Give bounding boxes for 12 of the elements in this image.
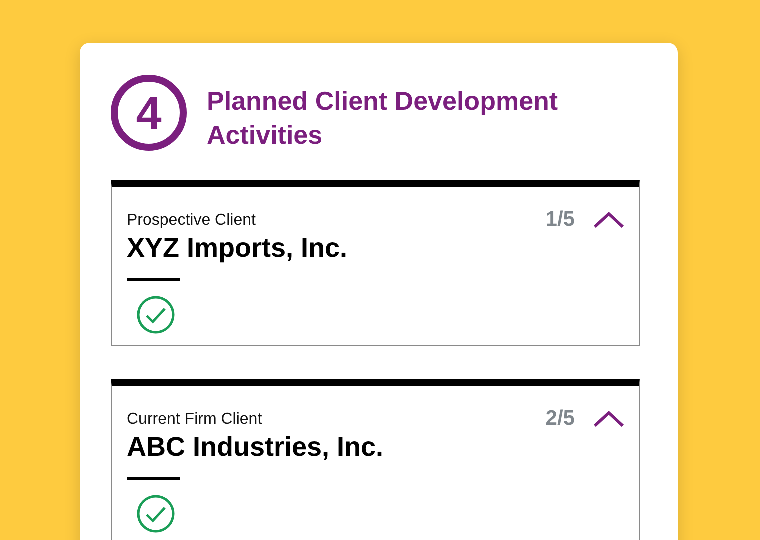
page-counter: 1/5 — [546, 208, 575, 232]
client-category: Prospective Client — [127, 212, 257, 230]
client-name: XYZ Imports, Inc. — [127, 233, 348, 264]
client-category: Current Firm Client — [127, 411, 264, 429]
collapse-button[interactable] — [593, 211, 625, 229]
chevron-icon — [593, 211, 625, 229]
client-name: ABC Industries, Inc. — [127, 432, 384, 463]
section-title: Planned Client Development Activities — [207, 85, 560, 152]
chevron-icon — [593, 410, 625, 428]
page-counter: 2/5 — [546, 407, 575, 431]
step-number: 4 — [111, 75, 187, 151]
collapse-button[interactable] — [593, 410, 625, 428]
